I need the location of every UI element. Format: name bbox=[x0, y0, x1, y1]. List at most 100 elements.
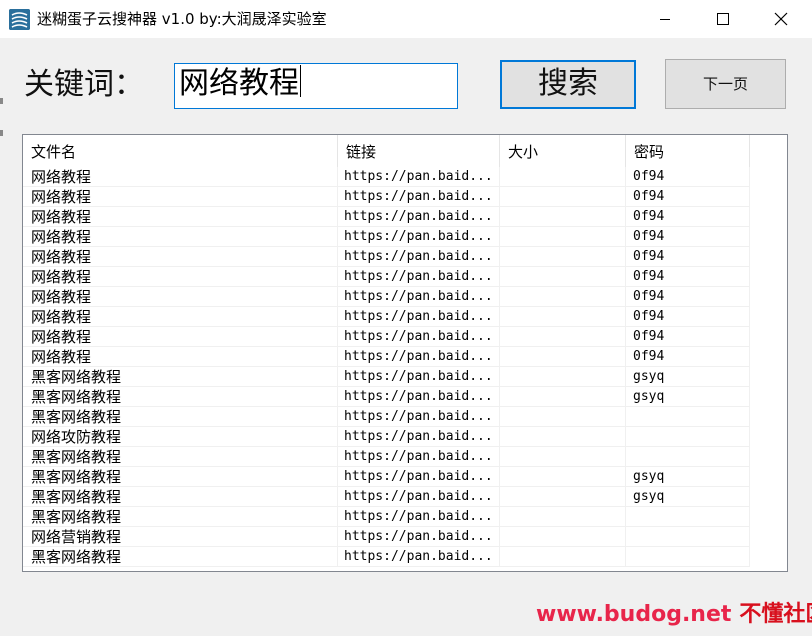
cell-size bbox=[500, 527, 626, 547]
results-list[interactable]: 文件名 链接 大小 密码 网络教程 https://pan.baid... 0f94… bbox=[22, 134, 788, 572]
table-row[interactable]: 黑客网络教程 https://pan.baid... bbox=[23, 407, 787, 427]
table-row[interactable]: 黑客网络教程 https://pan.baid... gsyq bbox=[23, 467, 787, 487]
cell-link: https://pan.baid... bbox=[338, 547, 500, 567]
search-button[interactable]: 搜索 bbox=[500, 60, 636, 109]
cell-link: https://pan.baid... bbox=[338, 427, 500, 447]
table-row[interactable]: 网络教程 https://pan.baid... 0f94 bbox=[23, 207, 787, 227]
cell-filename: 黑客网络教程 bbox=[23, 467, 338, 487]
close-button[interactable] bbox=[752, 0, 810, 38]
table-row[interactable]: 网络教程 https://pan.baid... 0f94 bbox=[23, 167, 787, 187]
cell-filename: 网络教程 bbox=[23, 247, 338, 267]
site-watermark: www.budog.net 不懂社区 bbox=[536, 600, 812, 630]
cell-filename: 黑客网络教程 bbox=[23, 447, 338, 467]
table-row[interactable]: 黑客网络教程 https://pan.baid... bbox=[23, 507, 787, 527]
cell-password: 0f94 bbox=[626, 247, 750, 267]
cell-size bbox=[500, 167, 626, 187]
cell-filename: 黑客网络教程 bbox=[23, 407, 338, 427]
column-header-filename[interactable]: 文件名 bbox=[23, 135, 338, 167]
cell-password bbox=[626, 547, 750, 567]
table-row[interactable]: 黑客网络教程 https://pan.baid... gsyq bbox=[23, 387, 787, 407]
table-row[interactable]: 黑客网络教程 https://pan.baid... bbox=[23, 447, 787, 467]
cell-password: gsyq bbox=[626, 387, 750, 407]
cell-password bbox=[626, 527, 750, 547]
app-logo-icon bbox=[9, 9, 30, 30]
cell-size bbox=[500, 287, 626, 307]
cell-password: 0f94 bbox=[626, 287, 750, 307]
cell-size bbox=[500, 367, 626, 387]
cell-size bbox=[500, 507, 626, 527]
cell-password: 0f94 bbox=[626, 307, 750, 327]
table-row[interactable]: 黑客网络教程 https://pan.baid... gsyq bbox=[23, 367, 787, 387]
results-rows: 网络教程 https://pan.baid... 0f94 网络教程 https://p… bbox=[23, 167, 787, 567]
cell-size bbox=[500, 327, 626, 347]
cell-link: https://pan.baid... bbox=[338, 187, 500, 207]
cell-filename: 网络教程 bbox=[23, 207, 338, 227]
table-row[interactable]: 网络教程 https://pan.baid... 0f94 bbox=[23, 267, 787, 287]
table-row[interactable]: 网络教程 https://pan.baid... 0f94 bbox=[23, 327, 787, 347]
window-title: 迷糊蛋子云搜神器 v1.0 by:大润晟泽实验室 bbox=[37, 10, 327, 28]
cell-filename: 网络教程 bbox=[23, 307, 338, 327]
next-page-button[interactable]: 下一页 bbox=[665, 59, 786, 109]
keyword-label: 关键词： bbox=[24, 67, 144, 102]
cell-link: https://pan.baid... bbox=[338, 167, 500, 187]
cell-filename: 网络教程 bbox=[23, 227, 338, 247]
cell-size bbox=[500, 407, 626, 427]
cell-link: https://pan.baid... bbox=[338, 367, 500, 387]
cell-link: https://pan.baid... bbox=[338, 507, 500, 527]
cell-link: https://pan.baid... bbox=[338, 347, 500, 367]
column-header-size[interactable]: 大小 bbox=[500, 135, 626, 167]
table-row[interactable]: 网络教程 https://pan.baid... 0f94 bbox=[23, 287, 787, 307]
cell-link: https://pan.baid... bbox=[338, 307, 500, 327]
cell-link: https://pan.baid... bbox=[338, 267, 500, 287]
cell-link: https://pan.baid... bbox=[338, 527, 500, 547]
cell-size bbox=[500, 347, 626, 367]
cell-link: https://pan.baid... bbox=[338, 247, 500, 267]
cell-size bbox=[500, 307, 626, 327]
minimize-button[interactable] bbox=[636, 0, 694, 38]
cell-filename: 黑客网络教程 bbox=[23, 367, 338, 387]
cell-filename: 网络营销教程 bbox=[23, 527, 338, 547]
cell-link: https://pan.baid... bbox=[338, 487, 500, 507]
maximize-icon bbox=[717, 13, 729, 25]
cell-size bbox=[500, 467, 626, 487]
table-row[interactable]: 黑客网络教程 https://pan.baid... bbox=[23, 547, 787, 567]
table-row[interactable]: 网络教程 https://pan.baid... 0f94 bbox=[23, 247, 787, 267]
close-icon bbox=[774, 12, 788, 26]
cell-filename: 网络教程 bbox=[23, 167, 338, 187]
cell-password bbox=[626, 407, 750, 427]
table-row[interactable]: 网络教程 https://pan.baid... 0f94 bbox=[23, 347, 787, 367]
cell-password: gsyq bbox=[626, 367, 750, 387]
cell-size bbox=[500, 227, 626, 247]
cell-password: 0f94 bbox=[626, 227, 750, 247]
cell-password: 0f94 bbox=[626, 187, 750, 207]
table-row[interactable]: 网络教程 https://pan.baid... 0f94 bbox=[23, 227, 787, 247]
cell-password: 0f94 bbox=[626, 207, 750, 227]
cell-filename: 网络教程 bbox=[23, 187, 338, 207]
cell-link: https://pan.baid... bbox=[338, 387, 500, 407]
table-row[interactable]: 网络教程 https://pan.baid... 0f94 bbox=[23, 187, 787, 207]
cell-size bbox=[500, 267, 626, 287]
table-row[interactable]: 网络攻防教程 https://pan.baid... bbox=[23, 427, 787, 447]
cell-password: 0f94 bbox=[626, 347, 750, 367]
results-header: 文件名 链接 大小 密码 bbox=[23, 135, 787, 167]
edge-mark bbox=[0, 130, 3, 136]
cell-link: https://pan.baid... bbox=[338, 407, 500, 427]
column-header-password[interactable]: 密码 bbox=[626, 135, 750, 167]
maximize-button[interactable] bbox=[694, 0, 752, 38]
cell-password: gsyq bbox=[626, 487, 750, 507]
cell-password bbox=[626, 427, 750, 447]
cell-size bbox=[500, 387, 626, 407]
column-header-link[interactable]: 链接 bbox=[338, 135, 500, 167]
cell-password: 0f94 bbox=[626, 267, 750, 287]
table-row[interactable]: 黑客网络教程 https://pan.baid... gsyq bbox=[23, 487, 787, 507]
cell-link: https://pan.baid... bbox=[338, 287, 500, 307]
watermark-site: www.budog.net bbox=[536, 602, 732, 627]
cell-size bbox=[500, 207, 626, 227]
cell-size bbox=[500, 547, 626, 567]
table-row[interactable]: 网络教程 https://pan.baid... 0f94 bbox=[23, 307, 787, 327]
watermark-name: 不懂社区 bbox=[739, 602, 812, 627]
cell-link: https://pan.baid... bbox=[338, 227, 500, 247]
keyword-input[interactable]: 网络教程 bbox=[174, 63, 458, 109]
cell-filename: 网络教程 bbox=[23, 267, 338, 287]
table-row[interactable]: 网络营销教程 https://pan.baid... bbox=[23, 527, 787, 547]
